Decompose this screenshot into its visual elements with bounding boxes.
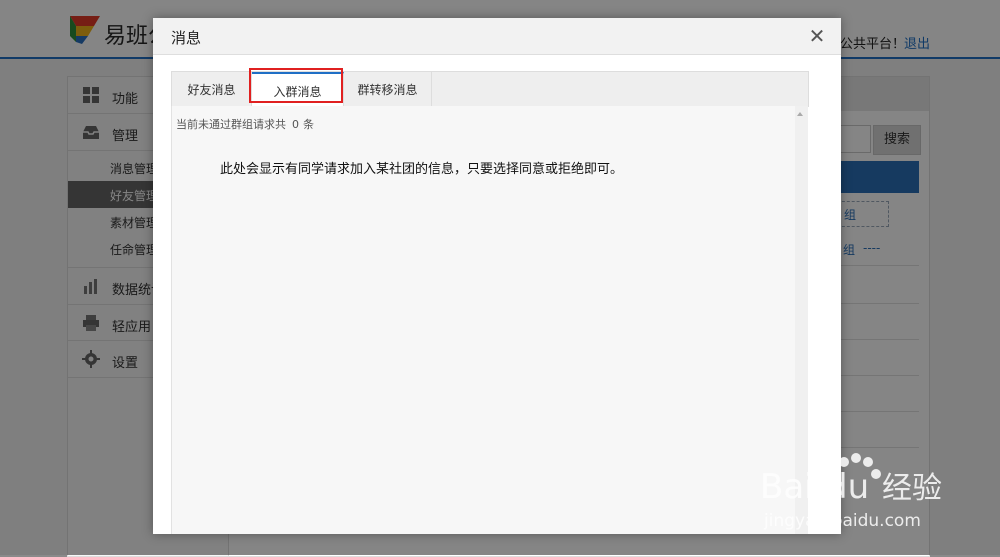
message-modal: 消息 ✕ 好友消息 入群消息 群转移消息 当前未通过群组请求共 0 条 此处会显示有… <box>153 18 841 534</box>
modal-title: 消息 <box>171 29 202 47</box>
pending-count: 当前未通过群组请求共 0 条 <box>176 116 314 132</box>
baidu-jingyan-watermark-icon: Bai du 经验 jingyan.baidu.com <box>760 453 942 531</box>
tab-friend-messages[interactable]: 好友消息 <box>172 72 252 106</box>
watermark-brand-cn: 经验 <box>882 471 942 506</box>
red-highlight-box <box>249 68 343 103</box>
pending-count-prefix: 当前未通过群组请求共 <box>176 118 286 131</box>
watermark-brand: Bai <box>760 467 814 507</box>
pending-count-unit: 条 <box>303 118 314 131</box>
instruction-text: 此处会显示有同学请求加入某社团的信息，只要选择同意或拒绝即可。 <box>220 162 624 177</box>
tab-label: 群转移消息 <box>357 83 418 97</box>
close-icon[interactable]: ✕ <box>805 24 829 48</box>
pending-count-value: 0 <box>292 118 299 131</box>
scroll-up-arrow-icon[interactable] <box>797 112 803 116</box>
modal-header: 消息 ✕ <box>153 18 841 55</box>
watermark-url: jingyan.baidu.com <box>763 511 921 531</box>
watermark-brand-du: du <box>826 467 869 507</box>
tab-label: 好友消息 <box>187 83 236 97</box>
tab-group-transfer-messages[interactable]: 群转移消息 <box>344 72 432 106</box>
tab-content: 当前未通过群组请求共 0 条 此处会显示有同学请求加入某社团的信息，只要选择同意或拒… <box>171 106 808 534</box>
